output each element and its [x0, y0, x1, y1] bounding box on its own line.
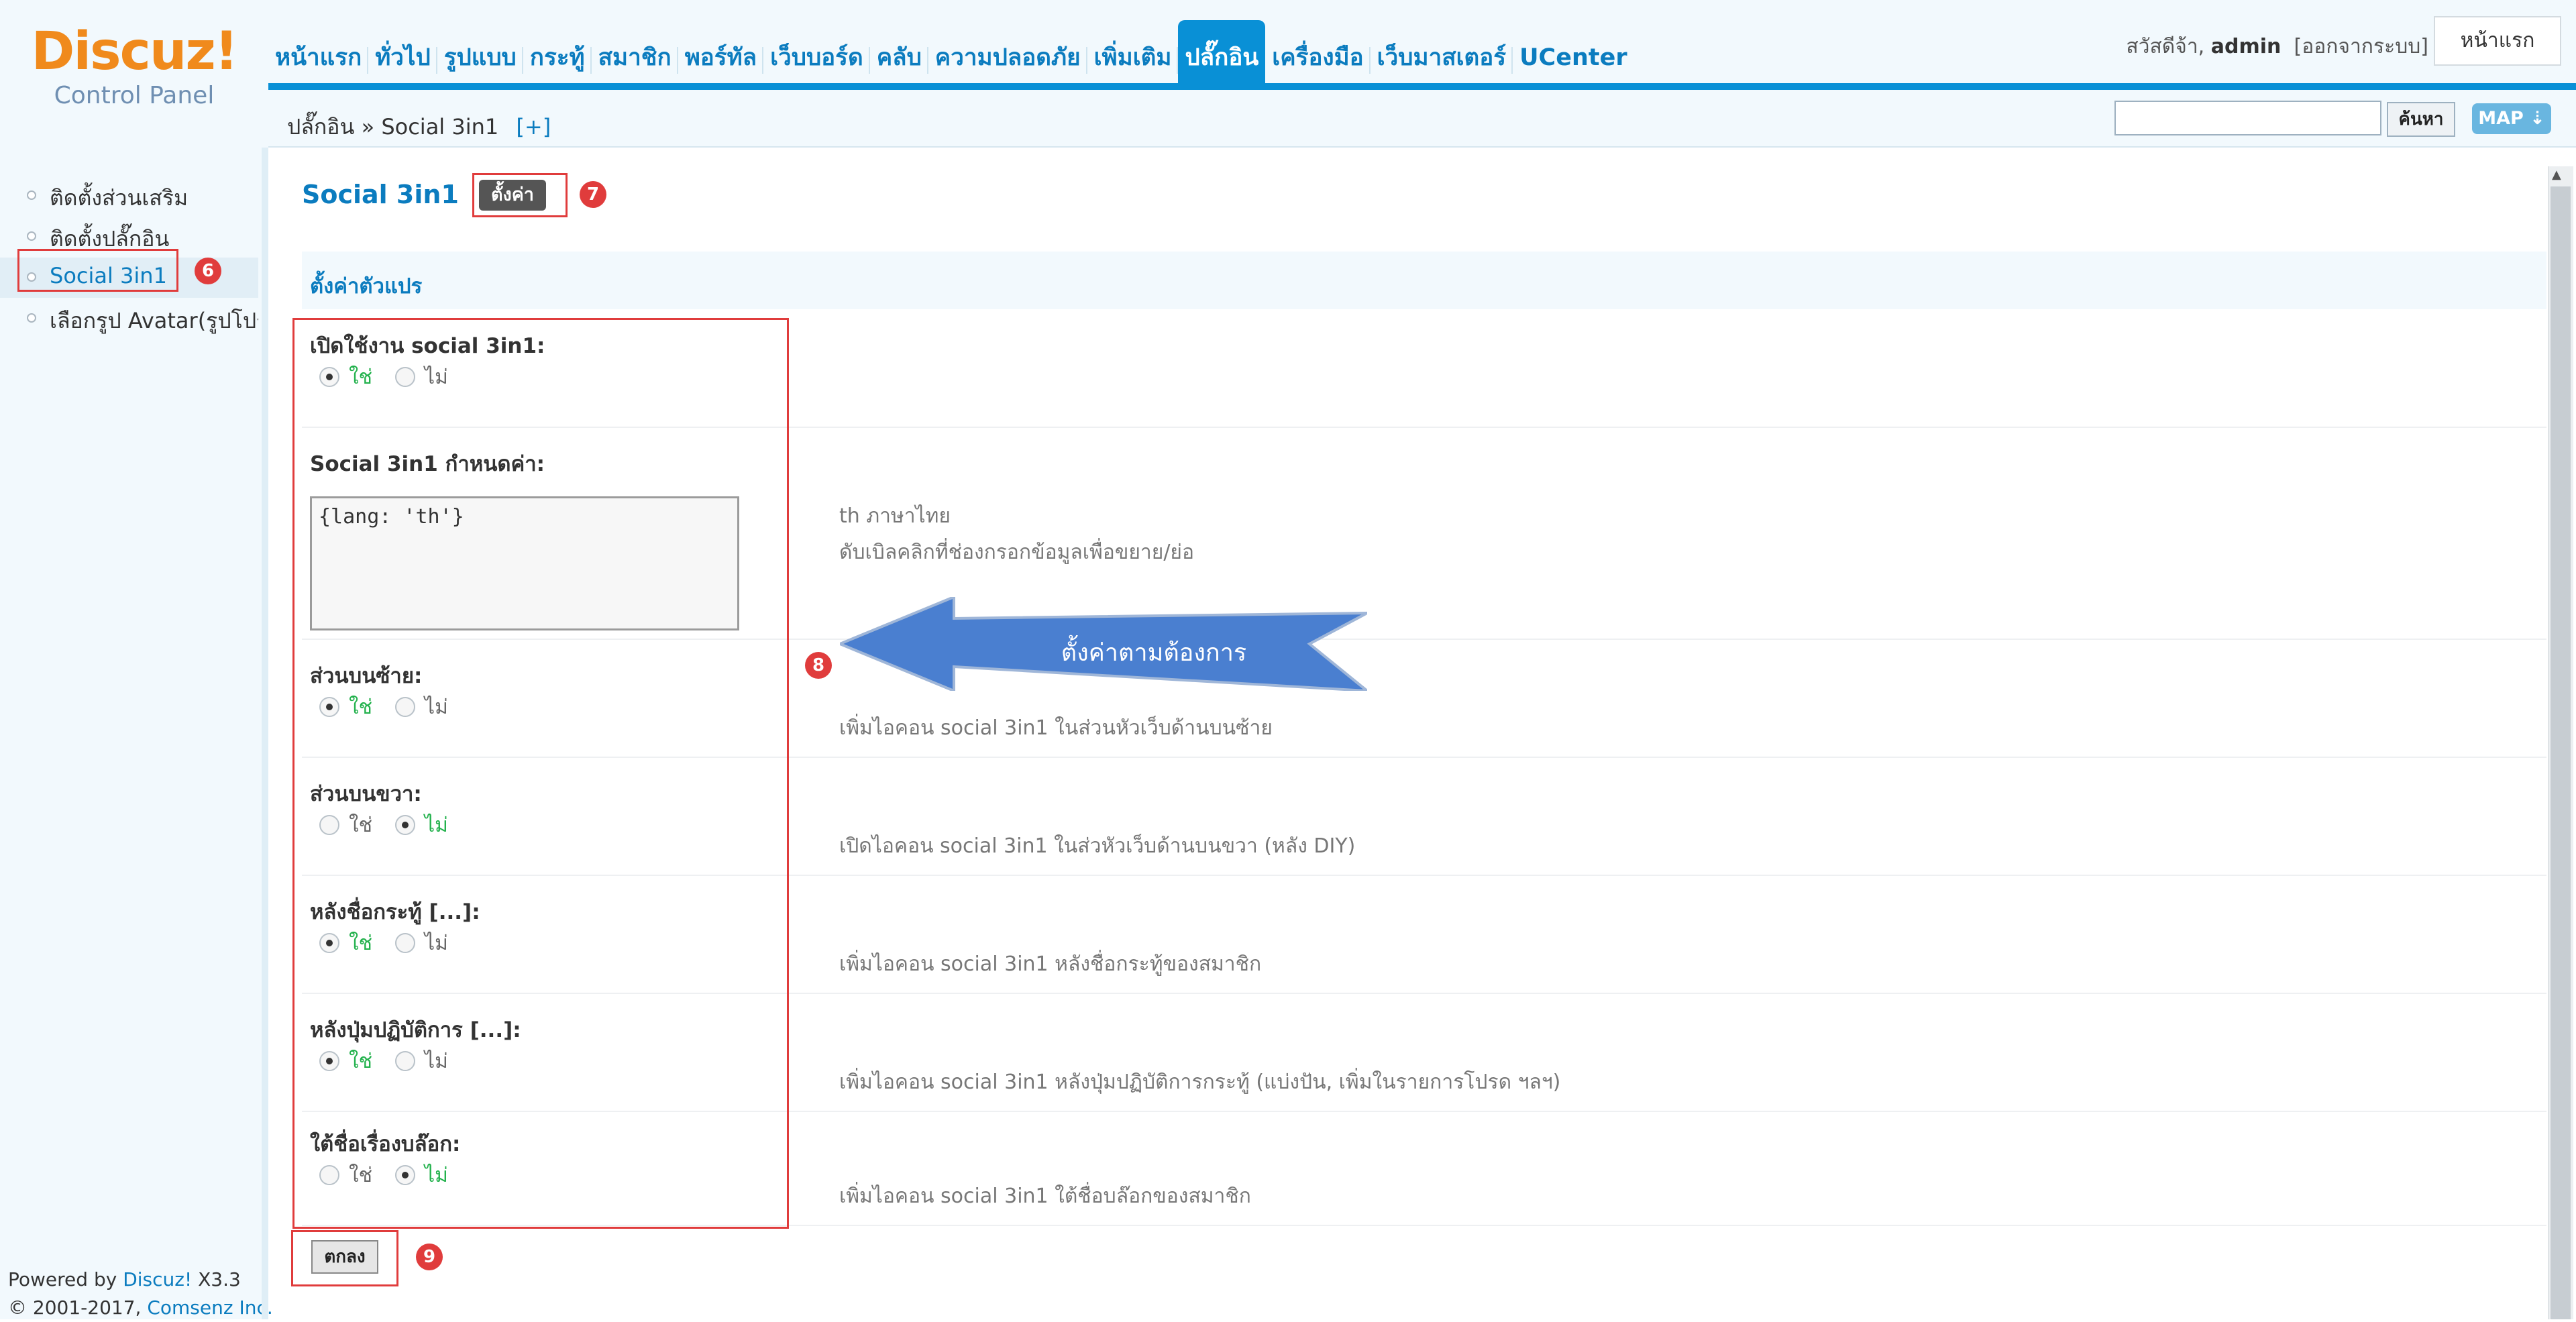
annotation-marker-9: 9: [416, 1244, 443, 1270]
annotation-arrow-text: ตั้งค่าตามต้องการ: [1061, 639, 1247, 667]
bullet-icon: [27, 231, 36, 241]
setting-hint-under-blog: เพิ่มไอคอน social 3in1 ใต้ชื่อบล๊อกของสม…: [839, 1185, 1251, 1208]
search-input[interactable]: [2114, 101, 2381, 135]
sub-bar: ปลั๊กอิน » Social 3in1 [+] ค้นหา MAP ⇣: [268, 97, 2576, 148]
page-title: Social 3in1: [302, 180, 459, 209]
annotation-marker-6: 6: [195, 258, 221, 284]
setting-hint-config: th ภาษาไทย: [839, 504, 951, 528]
nav-tab-10[interactable]: ปลั๊กอิน: [1178, 20, 1266, 90]
username: admin: [2210, 35, 2282, 58]
scroll-up-arrow-icon[interactable]: ▲: [2552, 168, 2561, 182]
nav-tab-3[interactable]: กระทู้: [523, 20, 592, 90]
sidebar-item-label: เลือกรูป Avatar(รูปโปรไฟล์): [50, 308, 258, 333]
nav-tab-1[interactable]: ทั่วไป: [368, 20, 437, 90]
scrollbar-thumb[interactable]: [2551, 186, 2571, 1319]
logo[interactable]: Discuz! Control Panel: [0, 0, 268, 148]
nav-tab-12[interactable]: เว็บมาสเตอร์: [1371, 20, 1513, 90]
annotation-marker-7: 7: [580, 181, 606, 208]
nav-list: หน้าแรก ทั่วไป รูปแบบ กระทู้ สมาชิก พอร์ทัล เว…: [268, 20, 1634, 90]
annotation-box-sidebar: [17, 249, 178, 292]
nav-tab-2[interactable]: รูปแบบ: [437, 20, 523, 90]
setting-hint-top-right: เปิดไอคอน social 3in1 ในส่วหัวเว็บด้านบน…: [839, 834, 1356, 858]
nav-tab-7[interactable]: คลับ: [870, 20, 928, 90]
bullet-icon: [27, 190, 36, 200]
annotation-box-submit: [291, 1230, 398, 1286]
header: Discuz! Control Panel หน้าแรก ทั่วไป รูปแบ…: [0, 0, 2576, 148]
setting-hint-config-2: ดับเบิลคลิกที่ช่องกรอกข้อมูลเพื่อขยาย/ย่…: [839, 541, 1195, 564]
nav-tab-8[interactable]: ความปลอดภัย: [928, 20, 1087, 90]
setting-hint-top-left: เพิ่มไอคอน social 3in1 ในส่วนหัวเว็บด้าน…: [839, 716, 1273, 740]
discuz-link[interactable]: Discuz!: [123, 1268, 192, 1290]
setting-hint-after-actions: เพิ่มไอคอน social 3in1 หลังปุ่มปฏิบัติกา…: [839, 1070, 1561, 1094]
breadcrumb-path: ปลั๊กอิน » Social 3in1: [287, 114, 499, 140]
logout-link[interactable]: [ออกจากระบบ]: [2294, 35, 2428, 58]
nav-tab-13[interactable]: UCenter: [1513, 20, 1634, 90]
section-title: ตั้งค่าตัวแปร: [310, 274, 423, 298]
nav-tab-0[interactable]: หน้าแรก: [268, 20, 369, 90]
powered-by-text: Powered by: [8, 1268, 117, 1290]
setting-hint-after-thread: เพิ่มไอคอน social 3in1 หลังชื่อกระทู้ของ…: [839, 952, 1262, 976]
logo-subtitle: Control Panel: [54, 82, 215, 109]
sidebar: ติดตั้งส่วนเสริม ติดตั้งปลั๊กอิน Social …: [0, 148, 273, 1319]
comsenz-link[interactable]: Comsenz Inc.: [147, 1297, 272, 1319]
annotation-marker-8: 8: [805, 652, 832, 679]
sidebar-item-label: ติดตั้งส่วนเสริม: [50, 185, 189, 211]
logo-brand: Discuz!: [31, 21, 239, 82]
main-content: ▲ Social 3in1 ตั้งค่า 7 ตั้งค่าตัวแปร เป…: [268, 149, 2576, 1319]
home-button[interactable]: หน้าแรก: [2434, 16, 2561, 66]
annotation-box-settings: [472, 173, 568, 217]
user-greeting: สวัสดีจ้า, admin [ออกจากระบบ]: [2126, 31, 2428, 62]
version-text: X3.3: [198, 1268, 241, 1290]
top-navigation: หน้าแรก ทั่วไป รูปแบบ กระทู้ สมาชิก พอร์ทัล เว…: [268, 0, 2576, 90]
nav-tab-9[interactable]: เพิ่มเติม: [1087, 20, 1179, 90]
copyright-text: © 2001-2017,: [8, 1297, 142, 1319]
nav-tab-4[interactable]: สมาชิก: [592, 20, 678, 90]
sidebar-item-avatar[interactable]: เลือกรูป Avatar(รูปโปรไฟล์): [0, 298, 258, 339]
bullet-icon: [27, 313, 36, 323]
search-button[interactable]: ค้นหา: [2387, 102, 2455, 137]
sidebar-item-install-addons[interactable]: ติดตั้งส่วนเสริม: [0, 176, 258, 216]
breadcrumb: ปลั๊กอิน » Social 3in1 [+]: [287, 110, 551, 144]
annotation-box-settings-form: [292, 318, 789, 1229]
nav-tab-5[interactable]: พอร์ทัล: [678, 20, 764, 90]
nav-tab-6[interactable]: เว็บบอร์ด: [763, 20, 870, 90]
footer-credits: Powered by Discuz! X3.3 © 2001-2017, Com…: [8, 1266, 273, 1322]
map-button[interactable]: MAP ⇣: [2472, 103, 2551, 134]
greeting-text: สวัสดีจ้า,: [2126, 35, 2205, 58]
nav-tab-11[interactable]: เครื่องมือ: [1265, 20, 1371, 90]
section-header: ตั้งค่าตัวแปร: [302, 252, 2546, 309]
breadcrumb-plus-link[interactable]: [+]: [516, 114, 551, 140]
